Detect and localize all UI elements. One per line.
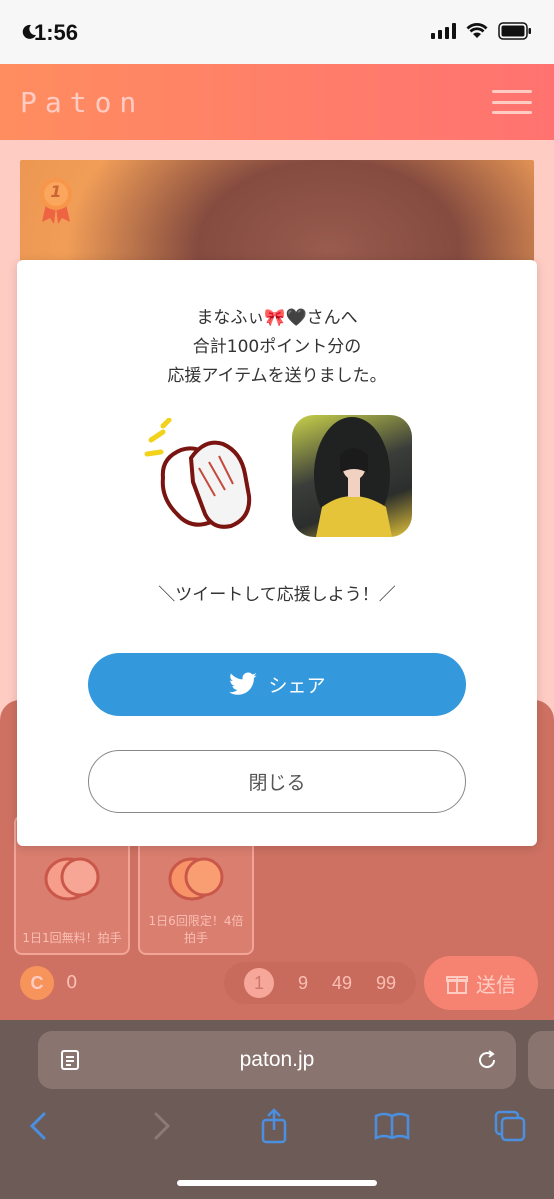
address-bar[interactable]: paton.jp	[38, 1031, 516, 1089]
back-icon[interactable]	[20, 1106, 60, 1146]
close-label: 閉じる	[248, 773, 306, 794]
message-sent: 応援アイテムを送りました。	[167, 366, 387, 386]
battery-icon	[498, 22, 531, 40]
clap-hands-icon	[144, 418, 252, 529]
reload-icon[interactable]	[476, 1049, 498, 1071]
status-bar: 1:56	[0, 0, 554, 64]
browser-toolbar	[0, 1098, 554, 1158]
bookmarks-icon[interactable]	[372, 1106, 412, 1146]
close-button[interactable]: 閉じる	[88, 750, 466, 813]
home-indicator	[177, 1180, 377, 1186]
url-text: paton.jp	[239, 1048, 315, 1071]
recipient-photo	[292, 415, 412, 537]
message-recipient: まなふぃ🎀🖤さんへ	[196, 308, 358, 328]
next-tab-preview[interactable]	[528, 1031, 554, 1089]
message-points: 合計100ポイント分の	[192, 337, 362, 357]
cellular-signal-icon	[431, 23, 456, 39]
share-icon[interactable]	[254, 1106, 294, 1146]
share-label: シェア	[268, 676, 326, 697]
moon-icon	[22, 24, 36, 39]
twitter-bird-icon	[229, 672, 258, 695]
tabs-icon[interactable]	[490, 1106, 530, 1146]
wifi-icon	[466, 23, 488, 38]
status-time: 1:56	[34, 20, 79, 45]
dialog-message: まなふぃ🎀🖤さんへ 合計100ポイント分の 応援アイテムを送りました。	[17, 304, 537, 391]
tweet-prompt: ＼ツイートして応援しよう！／	[158, 585, 396, 605]
forward-icon[interactable]	[140, 1106, 180, 1146]
status-icons	[22, 22, 532, 40]
gift-sent-dialog: まなふぃ🎀🖤さんへ 合計100ポイント分の 応援アイテムを送りました。 ＼ツイー…	[17, 260, 537, 846]
twitter-share-button[interactable]: シェア	[88, 653, 466, 716]
